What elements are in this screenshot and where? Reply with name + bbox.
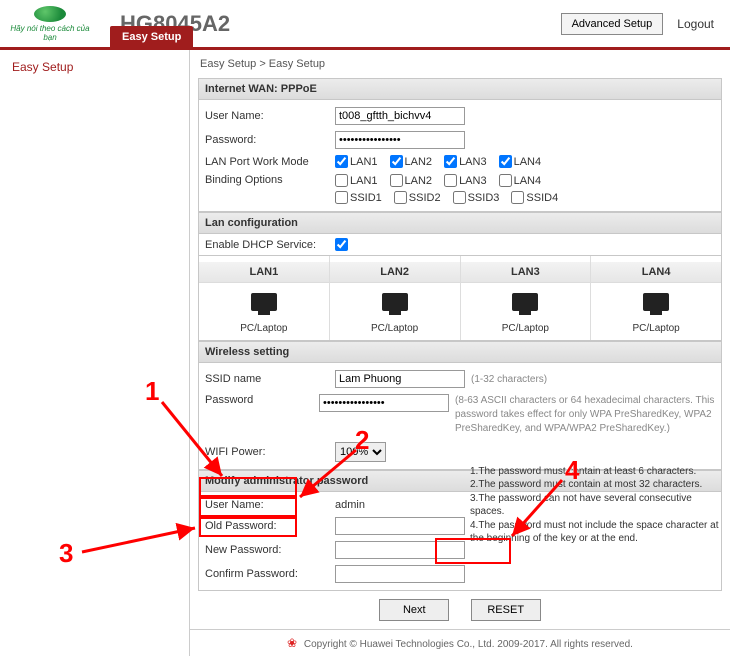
lan-col-lan2: LAN2 PC/Laptop bbox=[330, 256, 461, 340]
binding-ssid-checkbox-ssid4[interactable] bbox=[511, 191, 524, 204]
binding-lan-checkbox-lan2[interactable] bbox=[390, 174, 403, 187]
wan-username-input[interactable] bbox=[335, 107, 465, 125]
old-pass-input[interactable] bbox=[335, 517, 465, 535]
sidebar-item-easy-setup[interactable]: Easy Setup bbox=[0, 50, 189, 84]
lan-col-desc: PC/Laptop bbox=[591, 323, 721, 334]
lan-col-name: LAN3 bbox=[461, 262, 591, 283]
lan-port-mode-label: LAN Port Work Mode bbox=[205, 156, 335, 168]
reset-button[interactable]: RESET bbox=[471, 599, 541, 621]
binding-ssid-checkbox-ssid1[interactable] bbox=[335, 191, 348, 204]
advanced-setup-button[interactable]: Advanced Setup bbox=[561, 13, 664, 35]
dhcp-label: Enable DHCP Service: bbox=[205, 239, 335, 251]
wifi-pass-label: Password bbox=[205, 394, 319, 406]
dhcp-checkbox[interactable] bbox=[335, 238, 348, 251]
lan-col-desc: PC/Laptop bbox=[461, 323, 591, 334]
admin-user-value: admin bbox=[335, 499, 469, 511]
footer: ❀ Copyright © Huawei Technologies Co., L… bbox=[190, 629, 730, 656]
wan-password-label: Password: bbox=[205, 134, 335, 146]
ssid-input[interactable] bbox=[335, 370, 465, 388]
wifi-pass-hint: (8-63 ASCII characters or 64 hexadecimal… bbox=[455, 394, 715, 436]
binding-lan-checkbox-lan3[interactable] bbox=[444, 174, 457, 187]
ssid-label: SSID name bbox=[205, 373, 335, 385]
old-pass-label: Old Password: bbox=[205, 520, 335, 532]
binding-ssid-checkbox-ssid2[interactable] bbox=[394, 191, 407, 204]
copyright-text: Copyright © Huawei Technologies Co., Ltd… bbox=[304, 639, 633, 650]
viettel-globe-icon bbox=[34, 6, 66, 22]
binding-ssid-checkbox-group: SSID1 SSID2 SSID3 SSID4 bbox=[335, 191, 558, 204]
lanport-checkbox-lan3[interactable] bbox=[444, 155, 457, 168]
lan-port-checkbox-group: LAN1 LAN2 LAN3 LAN4 bbox=[335, 155, 541, 168]
binding-ssid-ssid2[interactable]: SSID2 bbox=[394, 191, 441, 204]
ethernet-port-icon bbox=[251, 293, 277, 311]
huawei-logo-icon: ❀ bbox=[287, 636, 297, 650]
wifi-power-label: WIFI Power: bbox=[205, 446, 335, 458]
logout-link[interactable]: Logout bbox=[677, 17, 714, 31]
wan-password-input[interactable] bbox=[335, 131, 465, 149]
lan-section-header: Lan configuration bbox=[198, 212, 722, 234]
wan-section-header: Internet WAN: PPPoE bbox=[198, 78, 722, 100]
lan-col-lan1: LAN1 PC/Laptop bbox=[199, 256, 330, 340]
tab-easy-setup[interactable]: Easy Setup bbox=[110, 26, 193, 48]
lanport-lan4[interactable]: LAN4 bbox=[499, 155, 542, 168]
lanport-lan3[interactable]: LAN3 bbox=[444, 155, 487, 168]
ethernet-port-icon bbox=[382, 293, 408, 311]
binding-lan-checkbox-group: LAN1 LAN2 LAN3 LAN4 bbox=[335, 174, 558, 187]
binding-ssid-ssid3[interactable]: SSID3 bbox=[453, 191, 500, 204]
binding-lan-lan3[interactable]: LAN3 bbox=[444, 174, 487, 187]
lanport-checkbox-lan4[interactable] bbox=[499, 155, 512, 168]
binding-lan-checkbox-lan1[interactable] bbox=[335, 174, 348, 187]
binding-ssid-checkbox-ssid3[interactable] bbox=[453, 191, 466, 204]
brand-tagline: Hãy nói theo cách của bạn bbox=[6, 24, 94, 42]
password-rules: 1.The password must contain at least 6 c… bbox=[470, 465, 720, 546]
breadcrumb: Easy Setup > Easy Setup bbox=[190, 50, 730, 78]
binding-ssid-ssid4[interactable]: SSID4 bbox=[511, 191, 558, 204]
lanport-lan1[interactable]: LAN1 bbox=[335, 155, 378, 168]
sidebar: Easy Setup bbox=[0, 50, 190, 656]
lan-col-name: LAN1 bbox=[199, 262, 329, 283]
binding-lan-lan1[interactable]: LAN1 bbox=[335, 174, 378, 187]
binding-lan-lan2[interactable]: LAN2 bbox=[390, 174, 433, 187]
binding-options-label: Binding Options bbox=[205, 174, 335, 186]
ethernet-port-icon bbox=[512, 293, 538, 311]
confirm-pass-input[interactable] bbox=[335, 565, 465, 583]
brand-logo: Hãy nói theo cách của bạn bbox=[0, 2, 100, 46]
lan-col-desc: PC/Laptop bbox=[199, 323, 329, 334]
new-pass-label: New Password: bbox=[205, 544, 335, 556]
next-button[interactable]: Next bbox=[379, 599, 449, 621]
lan-col-lan4: LAN4 PC/Laptop bbox=[591, 256, 721, 340]
binding-lan-lan4[interactable]: LAN4 bbox=[499, 174, 542, 187]
new-pass-input[interactable] bbox=[335, 541, 465, 559]
content-area: Easy Setup > Easy Setup Internet WAN: PP… bbox=[190, 50, 730, 656]
lanport-lan2[interactable]: LAN2 bbox=[390, 155, 433, 168]
lanport-checkbox-lan2[interactable] bbox=[390, 155, 403, 168]
confirm-pass-label: Confirm Password: bbox=[205, 568, 335, 580]
binding-ssid-ssid1[interactable]: SSID1 bbox=[335, 191, 382, 204]
lan-col-lan3: LAN3 PC/Laptop bbox=[461, 256, 592, 340]
lan-columns: LAN1PC/LaptopLAN2PC/LaptopLAN3PC/LaptopL… bbox=[198, 256, 722, 341]
ssid-hint: (1-32 characters) bbox=[471, 374, 547, 385]
wifi-pass-input[interactable] bbox=[319, 394, 449, 412]
wan-username-label: User Name: bbox=[205, 110, 335, 122]
admin-user-label: User Name: bbox=[205, 499, 335, 511]
wifi-power-select[interactable]: 100% bbox=[335, 442, 386, 462]
binding-lan-checkbox-lan4[interactable] bbox=[499, 174, 512, 187]
ethernet-port-icon bbox=[643, 293, 669, 311]
lan-col-desc: PC/Laptop bbox=[330, 323, 460, 334]
wireless-section-header: Wireless setting bbox=[198, 341, 722, 363]
lan-col-name: LAN4 bbox=[591, 262, 721, 283]
lanport-checkbox-lan1[interactable] bbox=[335, 155, 348, 168]
lan-col-name: LAN2 bbox=[330, 262, 460, 283]
